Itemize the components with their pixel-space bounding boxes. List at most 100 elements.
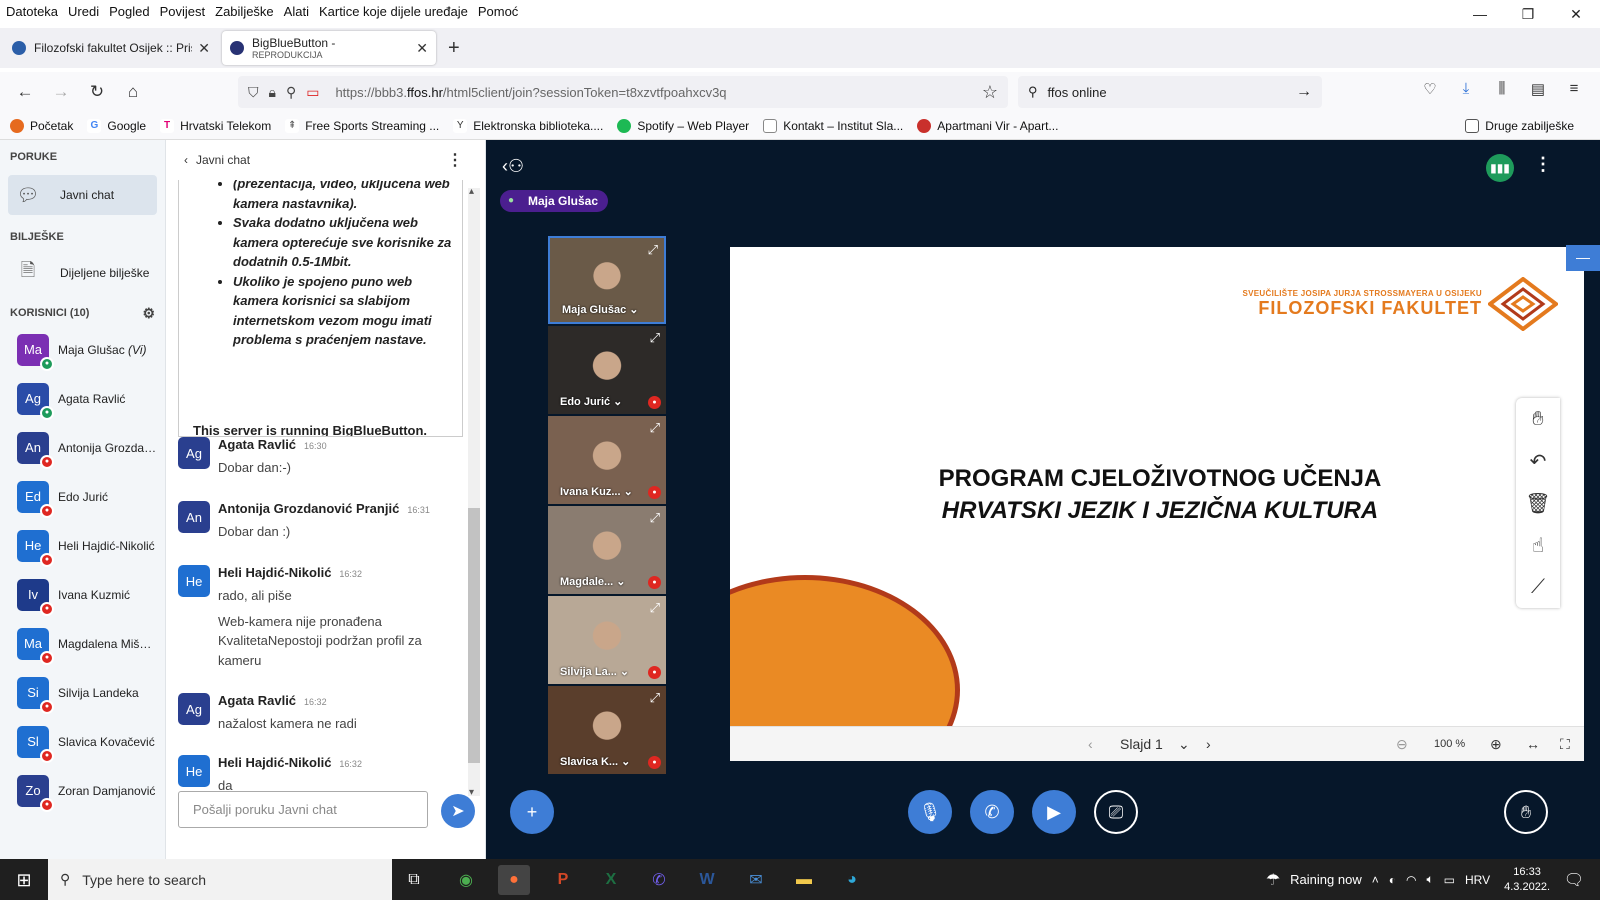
public-chat-item[interactable]: 💬︎ Javni chat <box>8 175 157 215</box>
gear-icon[interactable]: ⚙ <box>142 303 155 323</box>
url-text[interactable]: https://bbb3.ffos.hr/html5client/join?se… <box>335 85 726 100</box>
close-tab-icon[interactable]: ✕ <box>198 40 210 57</box>
zoom-in-icon[interactable]: ⊕ <box>1490 736 1502 753</box>
slide-selector[interactable]: Slajd 1 <box>1120 736 1163 752</box>
bookmark-item[interactable]: Početak <box>10 118 73 133</box>
taskbar-search-placeholder[interactable]: Type here to search <box>82 872 206 888</box>
tab-ffos[interactable]: Filozofski fakultet Osijek :: Pristup ✕ <box>4 31 218 65</box>
user-item[interactable]: Ed ● Edo Jurić <box>0 472 165 521</box>
menu-help[interactable]: Pomoć <box>478 4 518 19</box>
windows-start-icon[interactable]: ⊞ <box>8 865 40 895</box>
chevron-left-icon[interactable]: ‹ <box>184 153 188 167</box>
wifi-icon[interactable]: ◠ <box>1406 873 1416 887</box>
webcam-name[interactable]: Slavica K... ⌄ <box>560 755 630 768</box>
menu-synced-tabs[interactable]: Kartice koje dijele uređaje <box>319 4 468 19</box>
volume-icon[interactable]: 🔈︎ <box>1426 872 1433 887</box>
maximize-button[interactable]: ❐ <box>1504 0 1552 28</box>
undo-icon[interactable]: ↶ <box>1516 440 1560 482</box>
task-view-icon[interactable]: ⧉ <box>398 865 430 895</box>
webcam-name[interactable]: Magdale... ⌄ <box>560 575 625 588</box>
send-button[interactable]: ➤ <box>441 794 475 828</box>
options-menu-icon[interactable]: ⋮ <box>1534 154 1552 175</box>
webcam-tile[interactable]: ⤢ Edo Jurić ⌄ ● <box>548 326 666 414</box>
chrome-icon[interactable]: ◉ <box>450 865 482 895</box>
scroll-up-icon[interactable]: ▴ <box>469 186 474 197</box>
lock-icon[interactable]: 🔒︎ <box>269 84 276 101</box>
webcam-tile[interactable]: ⤢ Magdale... ⌄ ● <box>548 506 666 594</box>
actions-add-button[interactable]: + <box>510 790 554 834</box>
language-indicator[interactable]: HRV <box>1465 873 1490 887</box>
word-icon[interactable]: W <box>691 865 723 895</box>
bookmark-item[interactable]: G Google <box>87 118 146 133</box>
more-options-icon[interactable]: ⋮ <box>447 150 463 170</box>
url-bar[interactable]: ⛉ 🔒︎ ⚲ ▭ https://bbb3.ffos.hr/html5clien… <box>238 76 1008 108</box>
taskbar-search[interactable]: ⚲ Type here to search <box>48 859 392 900</box>
zoom-out-icon[interactable]: ⊖ <box>1396 736 1408 753</box>
expand-icon[interactable]: ⤢ <box>648 242 658 258</box>
notifications-icon[interactable]: 🗨︎ <box>1558 865 1590 895</box>
bookmark-star-icon[interactable]: ☆ <box>982 82 998 103</box>
expand-icon[interactable]: ⤢ <box>650 420 660 436</box>
user-item[interactable]: Sl ● Slavica Kovačević <box>0 717 165 766</box>
expand-icon[interactable]: ⤢ <box>650 330 660 346</box>
forward-button[interactable]: → <box>44 82 78 102</box>
battery-icon[interactable]: ▭ <box>1444 873 1455 887</box>
search-bar[interactable]: ⚲ ffos online → <box>1018 76 1322 108</box>
chevron-up-icon[interactable]: ˄ <box>1372 873 1379 887</box>
sidebar-icon[interactable]: ▤ <box>1520 80 1556 98</box>
bookmark-item[interactable]: Spotify – Web Player <box>617 118 749 133</box>
menu-tools[interactable]: Alati <box>284 4 309 19</box>
clock[interactable]: 16:33 4.3.2022. <box>1504 865 1550 895</box>
chevron-down-icon[interactable]: ⌄ <box>1178 736 1190 753</box>
expand-icon[interactable]: ⤢ <box>650 600 660 616</box>
raise-hand-button[interactable]: ✋︎ <box>1504 790 1548 834</box>
clear-trash-icon[interactable]: 🗑︎ <box>1516 482 1560 524</box>
webcam-tile[interactable]: ⤢ Maja Glušac ⌄ <box>548 236 666 324</box>
close-window-button[interactable]: ✕ <box>1552 0 1600 28</box>
minimize-presentation-button[interactable]: — <box>1566 245 1600 271</box>
chat-scroll-thumb[interactable] <box>468 508 480 763</box>
camera-blocked-icon[interactable]: ▭ <box>306 84 319 101</box>
viber-icon[interactable]: ✆ <box>643 865 675 895</box>
webcam-tile[interactable]: ⤢ Slavica K... ⌄ ● <box>548 686 666 774</box>
user-item[interactable]: He ● Heli Hajdić-Nikolić <box>0 521 165 570</box>
toggle-userlist-icon[interactable]: ‹⚇ <box>502 156 524 177</box>
fullscreen-icon[interactable]: ⛶ <box>1560 736 1570 753</box>
chat-scrollbar[interactable]: ▴ ▾ <box>468 186 480 798</box>
chart-icon[interactable]: ⟋ <box>1516 566 1560 608</box>
search-input[interactable]: ffos online <box>1048 85 1107 100</box>
fit-width-icon[interactable]: ↔ <box>1526 736 1540 752</box>
home-button[interactable]: ⌂ <box>116 82 150 102</box>
downloads-icon[interactable]: ⤓ <box>1448 80 1484 98</box>
user-item[interactable]: Ma ● Maja Glušac (Vi) <box>0 325 165 374</box>
bookmark-item[interactable]: Kontakt – Institut Sla... <box>763 118 903 133</box>
menu-edit[interactable]: Uredi <box>68 4 99 19</box>
camera-button[interactable]: ▶ <box>1032 790 1076 834</box>
other-bookmarks[interactable]: Druge zabilješke <box>1465 118 1574 133</box>
webcam-name[interactable]: Edo Jurić ⌄ <box>560 395 622 408</box>
file-explorer-icon[interactable]: ▬ <box>788 865 820 895</box>
bigbluebutton-link[interactable]: BigBlueButton <box>332 423 423 436</box>
shield-icon[interactable]: ⛉ <box>248 84 259 101</box>
firefox-icon[interactable]: ● <box>498 865 530 895</box>
user-item[interactable]: Si ● Silvija Landeka <box>0 668 165 717</box>
pan-hand-icon[interactable]: ✋︎ <box>1516 398 1560 440</box>
permissions-icon[interactable]: ⚲ <box>286 84 296 101</box>
tab-bigbluebutton[interactable]: BigBlueButton - REPRODUKCIJA ✕ <box>222 31 436 65</box>
webcam-tile[interactable]: ⤢ Ivana Kuz... ⌄ ● <box>548 416 666 504</box>
expand-icon[interactable]: ⤢ <box>650 510 660 526</box>
chat-input[interactable]: Pošalji poruku Javni chat <box>178 791 428 828</box>
previous-slide-icon[interactable]: ‹ <box>1088 736 1093 752</box>
expand-icon[interactable]: ⤢ <box>650 690 660 706</box>
new-tab-button[interactable]: + <box>448 37 460 60</box>
chat-title[interactable]: Javni chat <box>196 153 250 167</box>
menu-bookmarks[interactable]: Zabilješke <box>215 4 274 19</box>
screenshare-button[interactable]: ⎚ <box>1094 790 1138 834</box>
pocket-icon[interactable]: ♡ <box>1412 80 1448 98</box>
webcam-tile[interactable]: ⤢ Silvija La... ⌄ ● <box>548 596 666 684</box>
menu-view[interactable]: Pogled <box>109 4 149 19</box>
connection-status-icon[interactable]: ▮▮▮ <box>1486 154 1514 182</box>
bookmark-item[interactable]: Y Elektronska biblioteka.... <box>453 118 603 133</box>
hamburger-menu-icon[interactable]: ≡ <box>1556 80 1592 98</box>
weather-text[interactable]: Raining now <box>1290 872 1362 887</box>
